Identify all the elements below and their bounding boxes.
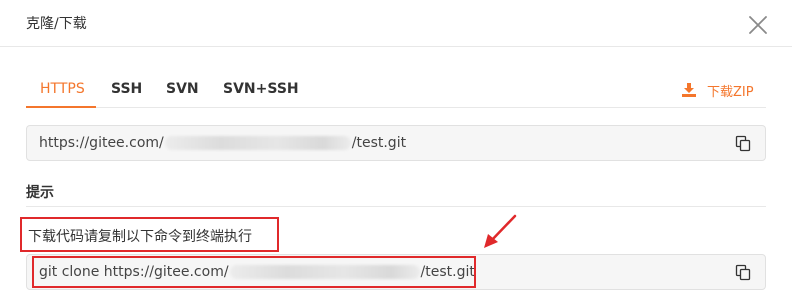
close-icon[interactable] [746, 13, 770, 37]
clone-command-field[interactable]: git clone https://gitee.com/ /test.git [26, 254, 766, 290]
instruction-callout: 下载代码请复制以下命令到终端执行 [20, 217, 279, 252]
tab-https[interactable]: HTTPS [40, 81, 85, 97]
active-tab-indicator [26, 106, 96, 108]
dialog-title: 克隆/下载 [26, 16, 87, 32]
annotation-arrow [484, 214, 517, 248]
redacted-username [229, 265, 420, 279]
download-icon [682, 83, 696, 97]
tab-svn[interactable]: SVN [166, 81, 199, 97]
hint-heading: 提示 [26, 185, 54, 201]
protocol-tabs: HTTPS SSH SVN SVN+SSH [26, 74, 766, 108]
tab-ssh[interactable]: SSH [111, 81, 142, 97]
hint-divider [26, 206, 766, 207]
clone-url-field[interactable]: https://gitee.com/ /test.git [26, 125, 766, 161]
copy-icon[interactable] [735, 135, 751, 152]
command-prefix: git clone https://gitee.com/ [39, 264, 229, 280]
copy-icon[interactable] [735, 264, 751, 281]
tab-svn-ssh[interactable]: SVN+SSH [223, 81, 299, 97]
download-zip-button[interactable]: 下载ZIP [681, 80, 754, 100]
url-suffix: /test.git [351, 135, 407, 151]
instruction-text: 下载代码请复制以下命令到终端执行 [28, 229, 252, 245]
dialog-header: 克隆/下载 [0, 0, 792, 47]
download-zip-label: 下载ZIP [707, 84, 754, 100]
url-prefix: https://gitee.com/ [39, 135, 164, 151]
redacted-username [164, 136, 351, 150]
command-suffix: /test.git [420, 264, 475, 280]
